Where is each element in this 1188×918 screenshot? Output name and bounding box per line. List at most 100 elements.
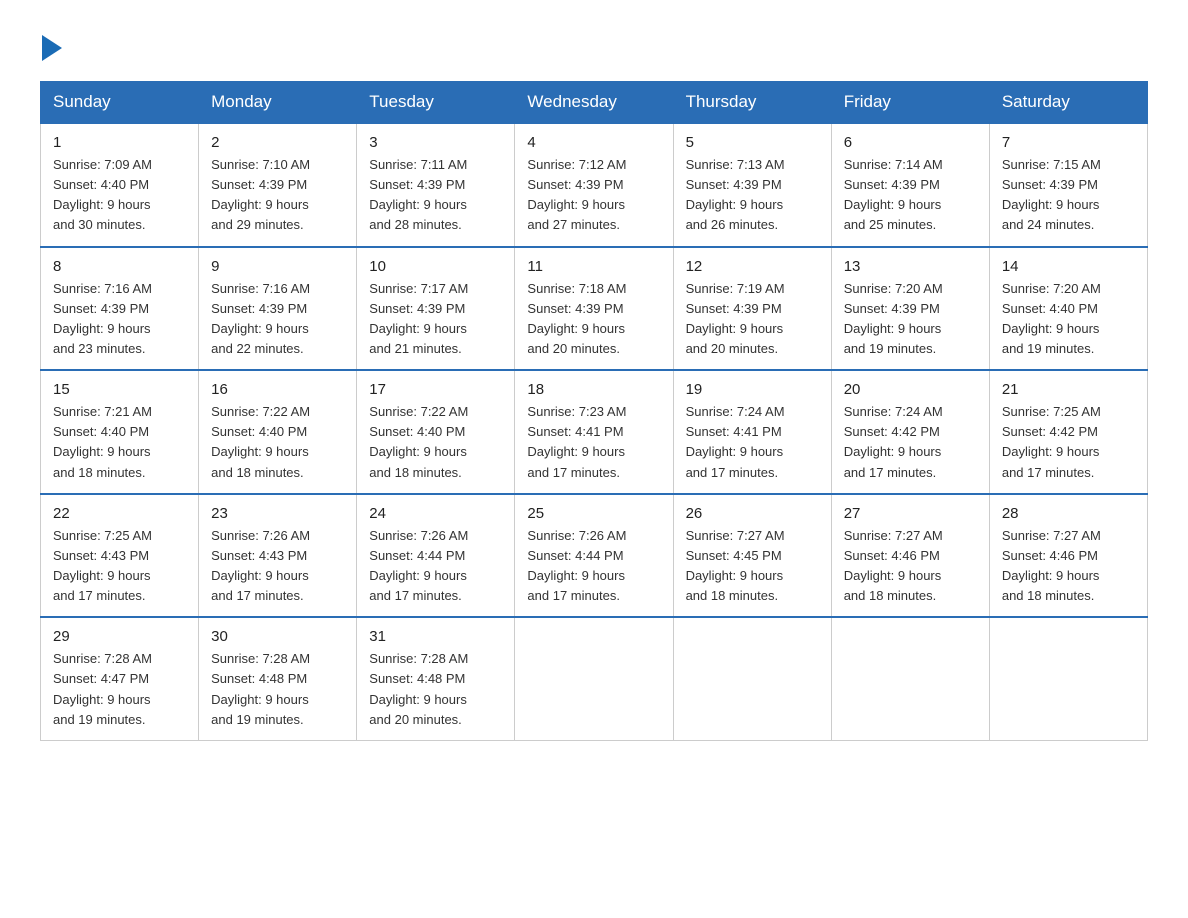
calendar-cell [673,617,831,740]
calendar-cell: 7 Sunrise: 7:15 AMSunset: 4:39 PMDaylight… [989,123,1147,247]
calendar-cell: 2 Sunrise: 7:10 AMSunset: 4:39 PMDaylight… [199,123,357,247]
calendar-cell: 14 Sunrise: 7:20 AMSunset: 4:40 PMDayligh… [989,247,1147,371]
day-number: 18 [527,381,660,398]
calendar-cell: 10 Sunrise: 7:17 AMSunset: 4:39 PMDayligh… [357,247,515,371]
calendar-cell: 22 Sunrise: 7:25 AMSunset: 4:43 PMDayligh… [41,494,199,618]
weekday-header-sunday: Sunday [41,82,199,124]
week-row-5: 29 Sunrise: 7:28 AMSunset: 4:47 PMDayligh… [41,617,1148,740]
day-info: Sunrise: 7:20 AMSunset: 4:39 PMDaylight:… [844,279,977,360]
day-info: Sunrise: 7:28 AMSunset: 4:47 PMDaylight:… [53,649,186,730]
week-row-3: 15 Sunrise: 7:21 AMSunset: 4:40 PMDayligh… [41,370,1148,494]
day-number: 25 [527,505,660,522]
week-row-2: 8 Sunrise: 7:16 AMSunset: 4:39 PMDaylight… [41,247,1148,371]
weekday-header-tuesday: Tuesday [357,82,515,124]
day-number: 15 [53,381,186,398]
day-info: Sunrise: 7:12 AMSunset: 4:39 PMDaylight:… [527,155,660,236]
calendar-cell [989,617,1147,740]
day-number: 28 [1002,505,1135,522]
day-number: 31 [369,628,502,645]
day-number: 14 [1002,258,1135,275]
day-info: Sunrise: 7:14 AMSunset: 4:39 PMDaylight:… [844,155,977,236]
day-number: 10 [369,258,502,275]
calendar-cell: 21Sunrise: 7:25 AMSunset: 4:42 PMDayligh… [989,370,1147,494]
calendar-cell: 13 Sunrise: 7:20 AMSunset: 4:39 PMDayligh… [831,247,989,371]
weekday-header-wednesday: Wednesday [515,82,673,124]
day-info: Sunrise: 7:24 AMSunset: 4:41 PMDaylight:… [686,402,819,483]
week-row-4: 22 Sunrise: 7:25 AMSunset: 4:43 PMDayligh… [41,494,1148,618]
day-info: Sunrise: 7:25 AMSunset: 4:42 PMDaylight:… [1002,402,1135,483]
day-info: Sunrise: 7:25 AMSunset: 4:43 PMDaylight:… [53,526,186,607]
logo-arrow-icon [42,35,62,61]
day-number: 12 [686,258,819,275]
day-number: 20 [844,381,977,398]
calendar-cell: 25Sunrise: 7:26 AMSunset: 4:44 PMDayligh… [515,494,673,618]
day-number: 1 [53,134,186,151]
calendar-cell [831,617,989,740]
calendar-table: SundayMondayTuesdayWednesdayThursdayFrid… [40,81,1148,741]
day-info: Sunrise: 7:20 AMSunset: 4:40 PMDaylight:… [1002,279,1135,360]
day-number: 29 [53,628,186,645]
day-info: Sunrise: 7:09 AMSunset: 4:40 PMDaylight:… [53,155,186,236]
calendar-cell: 3Sunrise: 7:11 AMSunset: 4:39 PMDaylight… [357,123,515,247]
day-info: Sunrise: 7:21 AMSunset: 4:40 PMDaylight:… [53,402,186,483]
calendar-cell: 15 Sunrise: 7:21 AMSunset: 4:40 PMDayligh… [41,370,199,494]
calendar-cell: 28 Sunrise: 7:27 AMSunset: 4:46 PMDayligh… [989,494,1147,618]
day-info: Sunrise: 7:27 AMSunset: 4:45 PMDaylight:… [686,526,819,607]
calendar-cell: 4 Sunrise: 7:12 AMSunset: 4:39 PMDaylight… [515,123,673,247]
weekday-header-row: SundayMondayTuesdayWednesdayThursdayFrid… [41,82,1148,124]
page-header [40,30,1148,61]
calendar-cell: 18 Sunrise: 7:23 AMSunset: 4:41 PMDayligh… [515,370,673,494]
calendar-cell [515,617,673,740]
calendar-cell: 16 Sunrise: 7:22 AMSunset: 4:40 PMDayligh… [199,370,357,494]
day-info: Sunrise: 7:17 AMSunset: 4:39 PMDaylight:… [369,279,502,360]
day-info: Sunrise: 7:26 AMSunset: 4:44 PMDaylight:… [369,526,502,607]
calendar-cell: 20 Sunrise: 7:24 AMSunset: 4:42 PMDayligh… [831,370,989,494]
day-number: 5 [686,134,819,151]
day-info: Sunrise: 7:19 AMSunset: 4:39 PMDaylight:… [686,279,819,360]
calendar-cell: 29 Sunrise: 7:28 AMSunset: 4:47 PMDayligh… [41,617,199,740]
day-number: 2 [211,134,344,151]
weekday-header-saturday: Saturday [989,82,1147,124]
day-number: 8 [53,258,186,275]
day-number: 13 [844,258,977,275]
calendar-cell: 17Sunrise: 7:22 AMSunset: 4:40 PMDayligh… [357,370,515,494]
calendar-cell: 11 Sunrise: 7:18 AMSunset: 4:39 PMDayligh… [515,247,673,371]
day-info: Sunrise: 7:27 AMSunset: 4:46 PMDaylight:… [1002,526,1135,607]
calendar-cell: 12 Sunrise: 7:19 AMSunset: 4:39 PMDayligh… [673,247,831,371]
day-number: 26 [686,505,819,522]
day-info: Sunrise: 7:23 AMSunset: 4:41 PMDaylight:… [527,402,660,483]
calendar-cell: 19Sunrise: 7:24 AMSunset: 4:41 PMDayligh… [673,370,831,494]
day-info: Sunrise: 7:11 AMSunset: 4:39 PMDaylight:… [369,155,502,236]
day-info: Sunrise: 7:28 AMSunset: 4:48 PMDaylight:… [369,649,502,730]
day-info: Sunrise: 7:26 AMSunset: 4:43 PMDaylight:… [211,526,344,607]
calendar-cell: 6Sunrise: 7:14 AMSunset: 4:39 PMDaylight… [831,123,989,247]
day-info: Sunrise: 7:16 AMSunset: 4:39 PMDaylight:… [53,279,186,360]
calendar-cell: 23Sunrise: 7:26 AMSunset: 4:43 PMDayligh… [199,494,357,618]
day-info: Sunrise: 7:15 AMSunset: 4:39 PMDaylight:… [1002,155,1135,236]
calendar-cell: 30Sunrise: 7:28 AMSunset: 4:48 PMDayligh… [199,617,357,740]
day-number: 7 [1002,134,1135,151]
day-info: Sunrise: 7:27 AMSunset: 4:46 PMDaylight:… [844,526,977,607]
calendar-cell: 5Sunrise: 7:13 AMSunset: 4:39 PMDaylight… [673,123,831,247]
day-number: 17 [369,381,502,398]
day-info: Sunrise: 7:24 AMSunset: 4:42 PMDaylight:… [844,402,977,483]
day-number: 27 [844,505,977,522]
calendar-cell: 26 Sunrise: 7:27 AMSunset: 4:45 PMDayligh… [673,494,831,618]
day-number: 4 [527,134,660,151]
day-number: 24 [369,505,502,522]
day-info: Sunrise: 7:28 AMSunset: 4:48 PMDaylight:… [211,649,344,730]
day-number: 11 [527,258,660,275]
week-row-1: 1 Sunrise: 7:09 AMSunset: 4:40 PMDaylight… [41,123,1148,247]
day-number: 16 [211,381,344,398]
day-number: 9 [211,258,344,275]
weekday-header-thursday: Thursday [673,82,831,124]
calendar-cell: 9Sunrise: 7:16 AMSunset: 4:39 PMDaylight… [199,247,357,371]
calendar-cell: 8 Sunrise: 7:16 AMSunset: 4:39 PMDaylight… [41,247,199,371]
calendar-cell: 1 Sunrise: 7:09 AMSunset: 4:40 PMDaylight… [41,123,199,247]
day-info: Sunrise: 7:10 AMSunset: 4:39 PMDaylight:… [211,155,344,236]
day-info: Sunrise: 7:22 AMSunset: 4:40 PMDaylight:… [211,402,344,483]
calendar-cell: 31 Sunrise: 7:28 AMSunset: 4:48 PMDayligh… [357,617,515,740]
day-info: Sunrise: 7:18 AMSunset: 4:39 PMDaylight:… [527,279,660,360]
day-number: 22 [53,505,186,522]
weekday-header-friday: Friday [831,82,989,124]
